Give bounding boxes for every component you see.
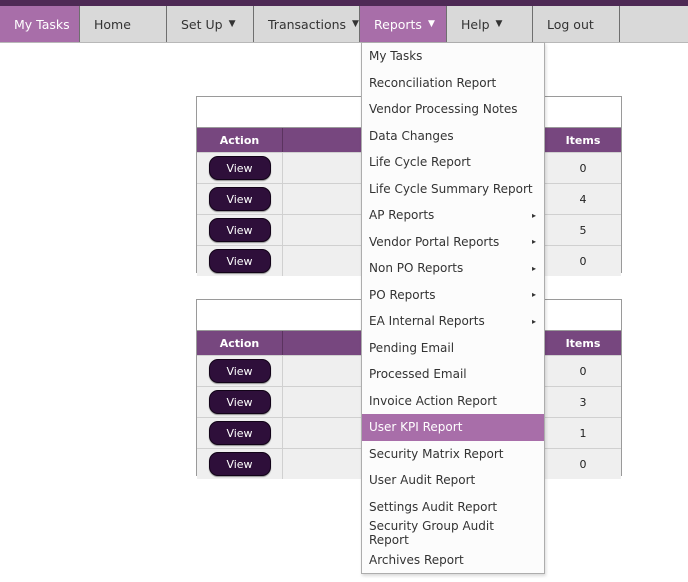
menu-item-vendor-processing-notes[interactable]: Vendor Processing Notes bbox=[362, 96, 544, 123]
menu-item-label: User Audit Report bbox=[369, 473, 476, 488]
submenu-arrow-icon: ▸ bbox=[531, 263, 536, 273]
row-items-count: 0 bbox=[579, 254, 587, 268]
menu-item-invoice-action-report[interactable]: Invoice Action Report bbox=[362, 388, 544, 415]
row-items-count: 4 bbox=[579, 192, 587, 206]
menu-item-label: Data Changes bbox=[369, 128, 454, 143]
row-items-count: 0 bbox=[579, 161, 587, 175]
submenu-arrow-icon: ▸ bbox=[531, 210, 536, 220]
view-button[interactable]: View bbox=[208, 249, 271, 273]
menu-item-label: Life Cycle Summary Report bbox=[369, 181, 533, 196]
menu-item-ap-reports[interactable]: AP Reports ▸ bbox=[362, 202, 544, 229]
submenu-arrow-icon: ▸ bbox=[531, 316, 536, 326]
menu-item-label: User KPI Report bbox=[369, 420, 463, 435]
row-items-count: 3 bbox=[579, 395, 587, 409]
view-button[interactable]: View bbox=[208, 359, 271, 383]
nav-transactions[interactable]: Transactions ▼ bbox=[254, 6, 360, 42]
menu-item-life-cycle-summary-report[interactable]: Life Cycle Summary Report bbox=[362, 176, 544, 203]
chevron-down-icon: ▼ bbox=[352, 19, 359, 29]
menu-item-vendor-portal-reports[interactable]: Vendor Portal Reports ▸ bbox=[362, 229, 544, 256]
menu-item-label: EA Internal Reports bbox=[369, 314, 485, 329]
menu-item-non-po-reports[interactable]: Non PO Reports ▸ bbox=[362, 255, 544, 282]
menu-item-user-audit-report[interactable]: User Audit Report bbox=[362, 467, 544, 494]
menu-item-settings-audit-report[interactable]: Settings Audit Report bbox=[362, 494, 544, 521]
menu-item-my-tasks[interactable]: My Tasks bbox=[362, 43, 544, 70]
menu-item-user-kpi-report[interactable]: User KPI Report bbox=[362, 414, 544, 441]
menu-item-label: Vendor Portal Reports bbox=[369, 234, 500, 249]
menu-item-label: Security Matrix Report bbox=[369, 446, 504, 461]
row-items-count: 1 bbox=[579, 426, 587, 440]
menu-item-po-reports[interactable]: PO Reports ▸ bbox=[362, 282, 544, 309]
nav-label: Transactions bbox=[268, 16, 347, 32]
menu-item-label: AP Reports bbox=[369, 208, 435, 223]
row-items-count: 0 bbox=[579, 457, 587, 471]
view-button[interactable]: View bbox=[208, 187, 271, 211]
menu-item-label: Pending Email bbox=[369, 340, 455, 355]
header-items: Items bbox=[565, 336, 601, 350]
nav-reports[interactable]: Reports ▼ bbox=[360, 6, 447, 42]
nav-home[interactable]: Home bbox=[80, 6, 167, 42]
menu-item-label: Life Cycle Report bbox=[369, 155, 471, 170]
main-nav: My Tasks Home Set Up ▼ Transactions ▼ Re… bbox=[0, 6, 688, 43]
view-button[interactable]: View bbox=[208, 390, 271, 414]
menu-item-label: My Tasks bbox=[369, 49, 423, 64]
menu-item-label: Invoice Action Report bbox=[369, 393, 497, 408]
nav-label: Help bbox=[461, 16, 490, 32]
view-button[interactable]: View bbox=[208, 421, 271, 445]
submenu-arrow-icon: ▸ bbox=[531, 237, 536, 247]
menu-item-label: Vendor Processing Notes bbox=[369, 102, 518, 117]
chevron-down-icon: ▼ bbox=[427, 19, 435, 29]
row-items-count: 0 bbox=[579, 364, 587, 378]
menu-item-pending-email[interactable]: Pending Email bbox=[362, 335, 544, 362]
nav-log-out[interactable]: Log out bbox=[533, 6, 620, 42]
menu-item-label: Settings Audit Report bbox=[369, 499, 498, 514]
menu-item-security-matrix-report[interactable]: Security Matrix Report bbox=[362, 441, 544, 468]
menu-item-archives-report[interactable]: Archives Report bbox=[362, 547, 544, 574]
view-button[interactable]: View bbox=[208, 452, 271, 476]
nav-label: Reports bbox=[374, 16, 422, 32]
nav-my-tasks[interactable]: My Tasks bbox=[0, 6, 80, 42]
menu-item-reconciliation-report[interactable]: Reconciliation Report bbox=[362, 70, 544, 97]
menu-item-label: Archives Report bbox=[369, 552, 464, 567]
nav-label: My Tasks bbox=[14, 16, 70, 32]
menu-item-label: PO Reports bbox=[369, 287, 436, 302]
header-items: Items bbox=[565, 133, 601, 147]
menu-item-security-group-audit-report[interactable]: Security Group Audit Report bbox=[362, 519, 544, 548]
nav-label: Home bbox=[94, 16, 131, 32]
menu-item-label: Reconciliation Report bbox=[369, 75, 497, 90]
menu-item-label: Security Group Audit Report bbox=[369, 519, 494, 548]
menu-item-processed-email[interactable]: Processed Email bbox=[362, 361, 544, 388]
reports-dropdown-menu: My Tasks Reconciliation Report Vendor Pr… bbox=[361, 42, 545, 574]
chevron-down-icon: ▼ bbox=[228, 19, 236, 29]
nav-help[interactable]: Help ▼ bbox=[447, 6, 533, 42]
nav-label: Set Up bbox=[181, 16, 223, 32]
nav-label: Log out bbox=[547, 16, 594, 32]
nav-set-up[interactable]: Set Up ▼ bbox=[167, 6, 254, 42]
submenu-arrow-icon: ▸ bbox=[531, 290, 536, 300]
view-button[interactable]: View bbox=[208, 218, 271, 242]
menu-item-data-changes[interactable]: Data Changes bbox=[362, 123, 544, 150]
row-items-count: 5 bbox=[579, 223, 587, 237]
menu-item-ea-internal-reports[interactable]: EA Internal Reports ▸ bbox=[362, 308, 544, 335]
header-action: Action bbox=[197, 331, 283, 355]
menu-item-label: Processed Email bbox=[369, 367, 467, 382]
menu-item-label: Non PO Reports bbox=[369, 261, 464, 276]
menu-item-life-cycle-report[interactable]: Life Cycle Report bbox=[362, 149, 544, 176]
view-button[interactable]: View bbox=[208, 156, 271, 180]
chevron-down-icon: ▼ bbox=[495, 19, 503, 29]
header-action: Action bbox=[197, 128, 283, 152]
